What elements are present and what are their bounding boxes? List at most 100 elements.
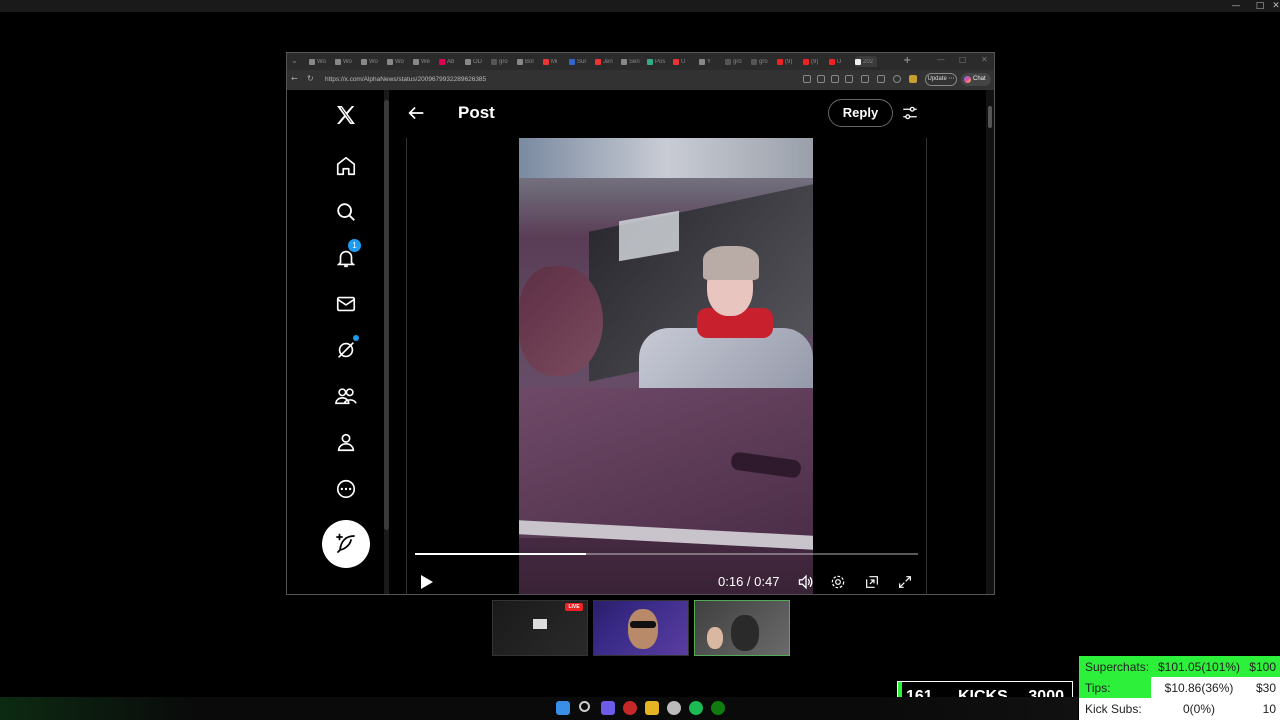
guest-head [731,615,759,651]
taskbar-search-icon[interactable] [579,701,590,712]
people-icon[interactable] [331,381,361,411]
tab-favicon-icon [361,58,367,65]
browser-tab[interactable]: Wo [387,56,409,67]
page-scrollbar[interactable] [986,90,994,594]
shield-icon[interactable] [861,75,869,83]
browser-tab[interactable]: Wo [309,56,331,67]
browser-tab[interactable]: gro [725,56,747,67]
browser-tab[interactable]: Pos [647,56,669,67]
tab-label: (9) [811,58,819,65]
minimize-icon[interactable]: — [1226,0,1246,12]
person-icon[interactable] [331,427,361,457]
search-icon[interactable] [331,197,361,227]
opera-icon[interactable] [623,701,637,715]
sliders-icon[interactable] [901,104,919,127]
browser-tab[interactable]: Mi [543,56,565,67]
browser-tab[interactable]: Sen [621,56,643,67]
donation-goal: 10 [1262,702,1276,716]
bookmark-icon[interactable] [845,75,853,83]
browser-tab[interactable]: Jen [595,56,617,67]
update-button[interactable]: Update ⋯ [925,73,957,86]
chat-button[interactable]: Chat [961,73,991,86]
webcam-streamer [593,600,689,656]
tab-menu-chevron-icon[interactable]: ⌄ [291,56,298,65]
donation-row-superchats: Superchats: $101.05(101%) $100 [1079,656,1280,677]
video-time: 0:16 / 0:47 [718,574,780,589]
tab-favicon-icon [725,58,731,65]
update-label: Update [927,76,947,82]
mail-icon[interactable] [331,289,361,319]
tab-icon[interactable] [877,75,885,83]
heart-icon[interactable] [893,75,901,83]
browser-tab[interactable]: Ab [439,56,461,67]
tab-favicon-icon [621,58,627,65]
discord-icon[interactable] [601,701,615,715]
donation-label: Superchats: [1085,660,1150,674]
browser-tab[interactable]: Bol [517,56,539,67]
translate-icon[interactable] [831,75,839,83]
url-field[interactable]: https://x.com/AlphaNews/status/200967993… [325,73,795,86]
browser-back-icon[interactable]: ← [291,74,298,83]
close-icon[interactable]: ✕ [1266,0,1280,12]
tab-label: U [837,58,842,65]
tab-bar: ⌄ Wo Wo Wo Wo We Ab OD gro Bol Mi Sur Jen Sen Pos U Ygr… [287,53,994,70]
fullscreen-icon[interactable] [897,574,915,590]
preview-thumbnail [533,619,547,629]
tab-favicon-icon [309,58,315,65]
reply-button[interactable]: Reply [828,99,893,127]
browser-tab[interactable]: OD [465,56,487,67]
extension-icon[interactable] [803,75,811,83]
tab-label: Ab [447,58,455,65]
spotify-icon[interactable] [689,701,703,715]
tab-favicon-icon [699,58,705,65]
new-tab-button[interactable]: + [903,55,911,66]
tab-favicon-icon [517,58,523,65]
browser-close-icon[interactable]: ✕ [981,55,988,64]
chrome-icon[interactable] [667,701,681,715]
browser-tab[interactable]: Wo [361,56,383,67]
browser-minimize-icon[interactable]: — [937,55,945,64]
browser-tab[interactable]: Y [699,56,721,67]
video-frame-background [519,138,813,178]
browser-tab[interactable]: U [829,56,851,67]
screen: — □ ✕ ⌄ Wo Wo Wo Wo We Ab OD gro Bol Mi Sur Jen Sen P… [0,0,1280,720]
video-progress-fill[interactable] [415,553,586,555]
donation-goal: $30 [1255,681,1276,695]
folder-icon[interactable] [645,701,659,715]
browser-tab[interactable]: (9) [803,56,825,67]
x-logo-icon[interactable] [331,100,361,130]
browser-tab[interactable]: gro [751,56,773,67]
page-scrollbar-thumb[interactable] [988,106,992,128]
donation-amount: 0(0%) [1182,702,1215,716]
zoom-icon[interactable] [817,75,825,83]
tab-favicon-icon [647,58,653,65]
xbox-icon[interactable] [711,701,725,715]
sidebar-scrollbar-thumb[interactable] [384,100,389,530]
volume-icon[interactable] [797,574,815,590]
browser-tab[interactable]: 202 [855,56,877,67]
browser-tab[interactable]: (9) [777,56,799,67]
outer-window-titlebar [0,0,1280,12]
browser-tab[interactable]: Wo [335,56,357,67]
bell-icon[interactable]: 1 [331,239,361,273]
gear-icon[interactable] [830,574,848,590]
play-icon[interactable] [419,573,435,594]
browser-tab[interactable]: Sur [569,56,591,67]
windows-start-icon[interactable] [556,701,570,715]
avatar-icon[interactable] [909,75,917,83]
back-arrow-icon[interactable] [405,102,427,124]
more-icon[interactable] [331,474,361,504]
grok-icon[interactable] [331,335,361,365]
tab-favicon-icon [465,58,471,65]
browser-tab[interactable]: gro [491,56,513,67]
picture-in-picture-icon[interactable] [864,574,882,590]
address-bar: ← ↻ https://x.com/AlphaNews/status/20096… [287,70,994,90]
donation-label: Tips: [1085,681,1111,695]
browser-tab[interactable]: U [673,56,695,67]
browser-maximize-icon[interactable]: □ [959,55,967,64]
home-icon[interactable] [331,151,361,181]
reload-icon[interactable]: ↻ [307,74,314,83]
compose-post-button[interactable] [322,520,370,568]
browser-tab[interactable]: We [413,56,435,67]
video-player[interactable] [519,138,813,594]
